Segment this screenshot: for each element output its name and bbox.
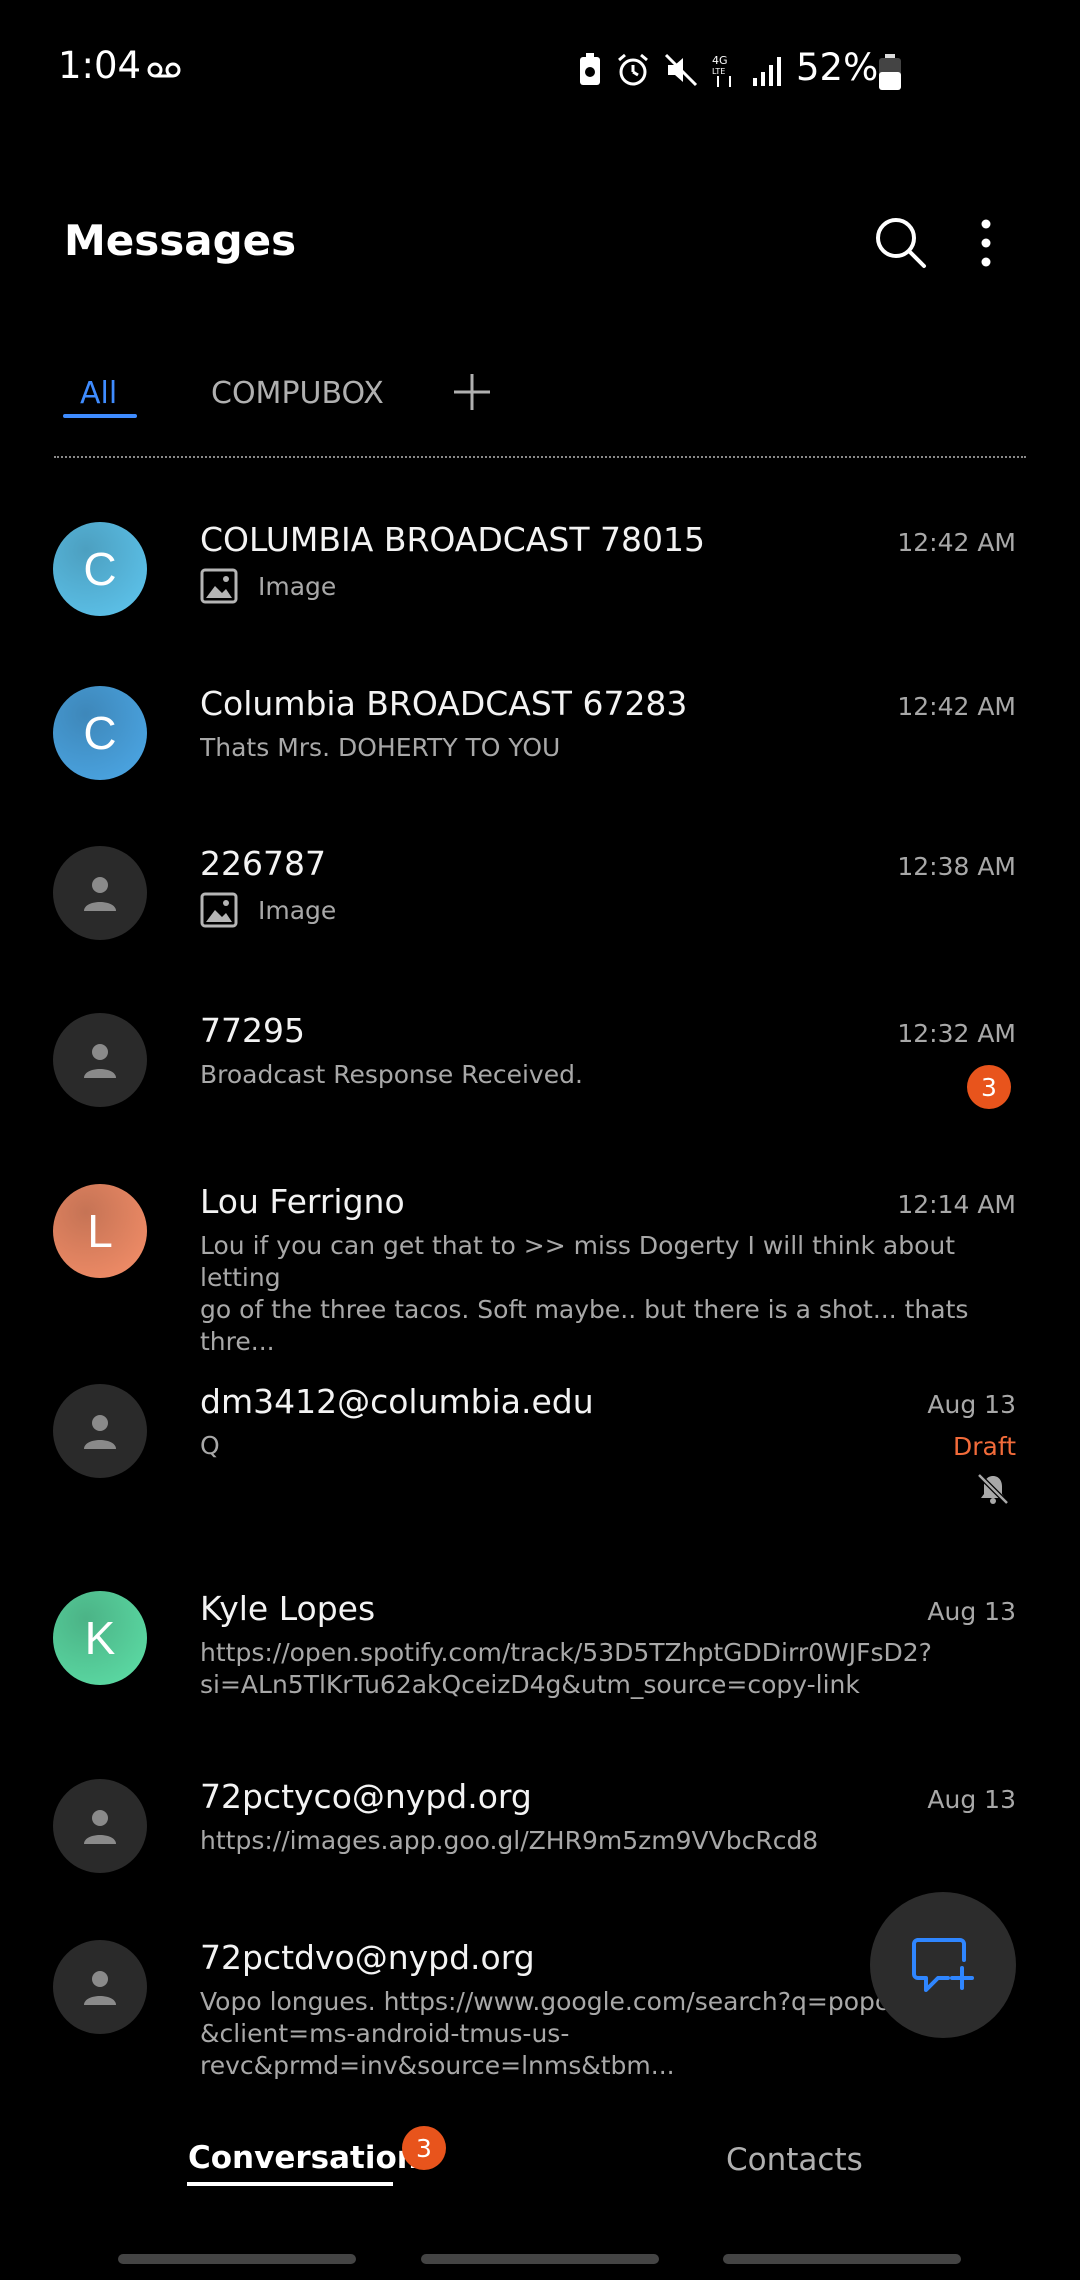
mute-icon — [664, 53, 698, 87]
gesture-bar-right — [723, 2254, 961, 2264]
avatar[interactable] — [53, 1779, 147, 1873]
message-time: 12:42 AM — [897, 528, 1016, 557]
bottom-nav: Conversations 3 Contacts — [0, 2100, 1080, 2220]
unread-count-badge: 3 — [402, 2126, 446, 2170]
person-icon — [84, 1971, 116, 2005]
avatar[interactable]: C — [53, 686, 147, 780]
compose-button[interactable] — [870, 1892, 1016, 2038]
person-icon — [84, 1415, 116, 1449]
plus-icon[interactable] — [452, 372, 492, 412]
avatar-letter: L — [87, 1205, 113, 1257]
conversation-row[interactable]: 77295 Broadcast Response Received. 12:32 A… — [0, 1011, 1080, 1173]
preview-text: Image — [258, 895, 337, 925]
image-icon — [200, 568, 238, 604]
image-icon — [200, 892, 238, 928]
message-time: Aug 13 — [927, 1390, 1016, 1419]
signal-icon — [753, 57, 781, 86]
conversation-row[interactable]: L Lou Ferrigno Lou if you can get that to … — [0, 1182, 1080, 1356]
4g-lte-icon: 4G LTE — [712, 54, 731, 87]
unread-badge: 3 — [967, 1065, 1011, 1109]
person-icon — [84, 1810, 116, 1844]
conversation-name: 77295 — [200, 1011, 305, 1050]
status-time: 1:04 — [58, 44, 142, 87]
draft-label: Draft — [952, 1432, 1016, 1461]
preview-text: Image — [258, 571, 337, 601]
message-preview: Thats Mrs. DOHERTY TO YOU — [200, 733, 561, 762]
conversation-name: dm3412@columbia.edu — [200, 1382, 594, 1421]
svg-text:4G: 4G — [712, 54, 728, 67]
voicemail-icon — [147, 62, 181, 78]
message-time: Aug 13 — [927, 1597, 1016, 1626]
battery-icon — [879, 54, 901, 90]
conversation-row[interactable]: 226787 Image 12:38 AM — [0, 844, 1080, 1006]
message-preview: Q — [200, 1431, 220, 1460]
tab-all[interactable]: All — [80, 376, 117, 411]
new-message-icon — [912, 1938, 974, 1992]
conversation-name: 72pctyco@nypd.org — [200, 1777, 532, 1816]
conversation-name: 72pctdvo@nypd.org — [200, 1938, 535, 1977]
avatar[interactable] — [53, 1940, 147, 2034]
alarm-icon — [618, 53, 648, 86]
image-preview: Image — [200, 892, 336, 928]
nav-active-indicator — [187, 2182, 393, 2186]
message-time: 12:14 AM — [897, 1190, 1016, 1219]
battery-percent: 52% — [796, 46, 879, 89]
battery-saver-icon — [580, 53, 600, 85]
conversation-row[interactable]: dm3412@columbia.edu Q Aug 13 Draft — [0, 1382, 1080, 1544]
message-preview: Broadcast Response Received. — [200, 1060, 583, 1089]
active-tab-indicator — [63, 414, 137, 418]
conversation-row[interactable]: C COLUMBIA BROADCAST 78015 Image 12:42 AM — [0, 520, 1080, 682]
gesture-bar-center[interactable] — [421, 2254, 659, 2264]
avatar-letter: K — [84, 1612, 116, 1664]
conversation-name: COLUMBIA BROADCAST 78015 — [200, 520, 705, 559]
svg-text:LTE: LTE — [712, 67, 725, 76]
nav-conversations[interactable]: Conversations — [188, 2140, 437, 2176]
tabs-divider — [54, 456, 1026, 458]
conversation-name: Columbia BROADCAST 67283 — [200, 684, 688, 723]
nav-contacts[interactable]: Contacts — [726, 2142, 863, 2178]
message-preview: https://open.spotify.com/track/53D5TZhpt… — [200, 1638, 932, 1699]
conversation-name: Lou Ferrigno — [200, 1182, 405, 1221]
avatar[interactable] — [53, 1384, 147, 1478]
message-time: 12:42 AM — [897, 692, 1016, 721]
avatar[interactable] — [53, 846, 147, 940]
message-time: 12:38 AM — [897, 852, 1016, 881]
message-preview: https://images.app.goo.gl/ZHR9m5zm9VVbcR… — [200, 1826, 819, 1855]
notifications-off-icon — [976, 1472, 1010, 1506]
message-time: Aug 13 — [927, 1785, 1016, 1814]
message-time: 12:32 AM — [897, 1019, 1016, 1048]
image-preview: Image — [200, 568, 336, 604]
more-options-icon[interactable] — [974, 218, 998, 268]
avatar[interactable]: L — [53, 1184, 147, 1278]
page-title: Messages — [64, 216, 297, 265]
conversation-row[interactable]: K Kyle Lopes https://open.spotify.com/trac… — [0, 1589, 1080, 1751]
person-icon — [84, 877, 116, 911]
conversation-row[interactable]: C Columbia BROADCAST 67283 Thats Mrs. DOHE… — [0, 684, 1080, 846]
tab-compubox[interactable]: COMPUBOX — [211, 376, 384, 411]
avatar-letter: C — [83, 543, 117, 595]
conversation-name: 226787 — [200, 844, 326, 883]
tab-bar: All COMPUBOX — [0, 360, 1080, 440]
avatar-letter: C — [83, 707, 117, 759]
search-icon[interactable] — [872, 214, 928, 270]
message-preview: Lou if you can get that to >> miss Doger… — [200, 1231, 969, 1356]
person-icon — [84, 1044, 116, 1078]
gesture-bar-left — [118, 2254, 356, 2264]
conversation-name: Kyle Lopes — [200, 1589, 376, 1628]
avatar[interactable] — [53, 1013, 147, 1107]
status-bar: 1:04 4G LTE 52% — [0, 0, 1080, 140]
avatar[interactable]: K — [53, 1591, 147, 1685]
avatar[interactable]: C — [53, 522, 147, 616]
